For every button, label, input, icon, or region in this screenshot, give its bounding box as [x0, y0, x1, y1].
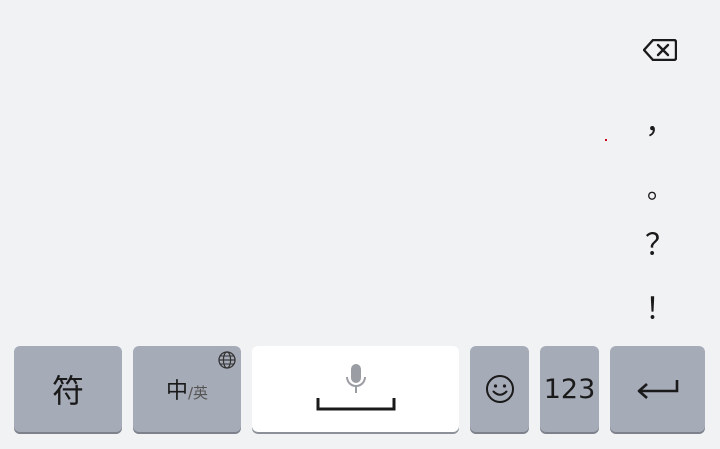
- period-key[interactable]: 。: [620, 162, 700, 218]
- space-key[interactable]: [252, 346, 459, 432]
- exclaim-key[interactable]: ！: [620, 282, 700, 338]
- backspace-key[interactable]: [620, 22, 700, 78]
- period-label: 。: [646, 175, 673, 205]
- microphone-icon: [345, 364, 366, 393]
- numbers-key[interactable]: 123: [540, 346, 599, 432]
- emoji-icon: [485, 375, 514, 403]
- symbol-key-label: 符: [51, 372, 84, 410]
- question-label: ？: [645, 228, 675, 263]
- comma-key[interactable]: ，: [620, 96, 700, 152]
- lang-primary-label: 中: [165, 379, 188, 404]
- lang-secondary-label: /英: [187, 383, 209, 402]
- emoji-key[interactable]: [470, 346, 529, 432]
- exclaim-label: ！: [645, 292, 675, 327]
- red-dot: [605, 139, 607, 141]
- enter-key[interactable]: [610, 346, 705, 432]
- symbol-key[interactable]: 符: [14, 346, 122, 432]
- space-bar-icon: [316, 398, 395, 411]
- punctuation-column: ， 。 ？ ！: [620, 0, 700, 340]
- enter-icon: [637, 380, 678, 399]
- numbers-key-label: 123: [543, 373, 596, 405]
- comma-label: ，: [645, 106, 675, 141]
- language-switch-key[interactable]: 中/英: [133, 346, 241, 432]
- question-key[interactable]: ？: [620, 218, 700, 274]
- keyboard: ， 。 ？ ！ 符 中/英 123: [0, 0, 720, 449]
- globe-icon: [218, 351, 236, 369]
- backspace-icon: [643, 39, 677, 61]
